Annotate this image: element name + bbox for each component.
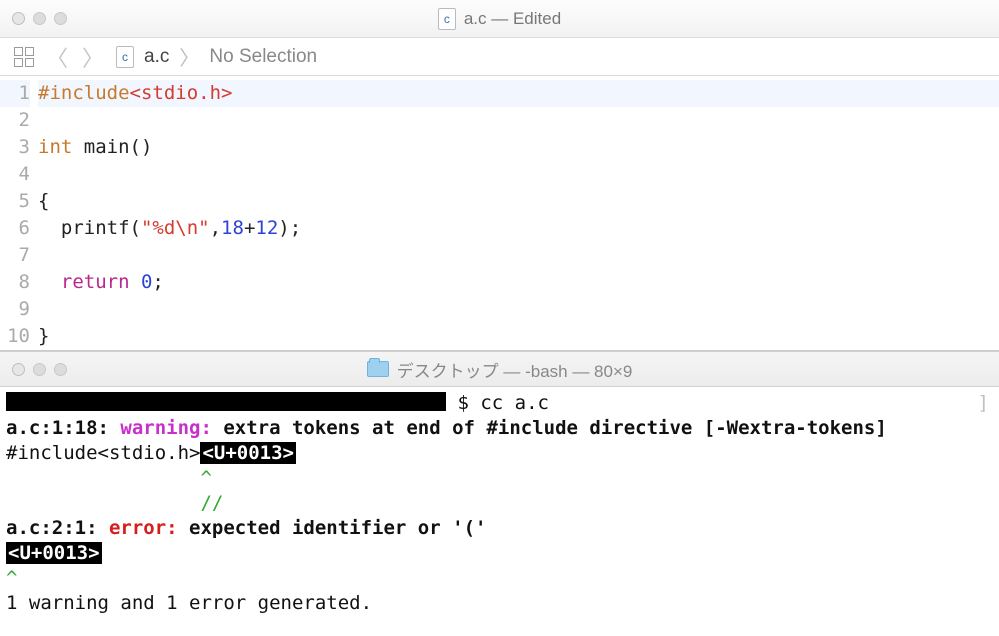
- terminal-body[interactable]: $ cc a.c] a.c:1:18: warning: extra token…: [0, 387, 999, 624]
- terminal-line: 1 warning and 1 error generated.: [6, 591, 993, 616]
- diag-summary: 1 warning and 1 error generated.: [6, 592, 372, 614]
- diag-warning-label: warning:: [120, 417, 223, 439]
- token-angle: <stdio.h>: [130, 82, 233, 104]
- terminal-line: //: [6, 491, 993, 516]
- close-icon[interactable]: [12, 363, 25, 376]
- file-icon: c: [438, 8, 456, 30]
- code-line[interactable]: }: [38, 323, 999, 350]
- token-keyword: int: [38, 136, 72, 158]
- breadcrumb-file-icon: c: [116, 46, 134, 68]
- breadcrumb-selection[interactable]: No Selection: [209, 46, 317, 68]
- token-string: "%d\n": [141, 217, 210, 239]
- token-plain: printf(: [38, 217, 141, 239]
- minimize-icon[interactable]: [33, 363, 46, 376]
- line-number: 2: [0, 107, 30, 134]
- diag-context: #include<stdio.h>: [6, 442, 200, 464]
- terminal-line: a.c:1:18: warning: extra tokens at end o…: [6, 416, 993, 441]
- diag-location: a.c:1:18:: [6, 417, 120, 439]
- unicode-box: <U+0013>: [6, 542, 102, 564]
- title-edited: — Edited: [491, 9, 561, 28]
- window-controls: [12, 363, 67, 376]
- nav-forward-icon[interactable]: 〉: [80, 41, 106, 73]
- token-plain: +: [244, 217, 255, 239]
- token-plain: main(): [72, 136, 152, 158]
- code-editor[interactable]: 1 2 3 4 5 6 7 8 9 10 #include<stdio.h> i…: [0, 76, 999, 350]
- token-preprocessor: #include: [38, 82, 130, 104]
- token-plain: {: [38, 190, 49, 212]
- line-number: 5: [0, 188, 30, 215]
- breadcrumb-file[interactable]: a.c: [144, 46, 169, 68]
- unicode-box: <U+0013>: [200, 442, 296, 464]
- token-number: 0: [130, 271, 153, 293]
- line-number: 3: [0, 134, 30, 161]
- terminal-line: ^: [6, 466, 993, 491]
- line-number: 6: [0, 215, 30, 242]
- diag-location: a.c:2:1:: [6, 517, 109, 539]
- editor-titlebar[interactable]: c a.c — Edited: [0, 0, 999, 38]
- token-number: 12: [255, 217, 278, 239]
- cursor-bracket: ]: [978, 391, 989, 416]
- code-line[interactable]: {: [38, 188, 999, 215]
- token-plain: }: [38, 325, 49, 347]
- code-line[interactable]: return 0;: [38, 269, 999, 296]
- terminal-line: $ cc a.c]: [6, 391, 993, 416]
- token-number: 18: [221, 217, 244, 239]
- terminal-titlebar[interactable]: デスクトップ — -bash — 80×9: [0, 351, 999, 387]
- terminal-line: <U+0013>: [6, 541, 993, 566]
- line-number: 1: [0, 80, 30, 107]
- diag-message: expected identifier or '(': [189, 517, 486, 539]
- line-number: 8: [0, 269, 30, 296]
- token-keyword: return: [61, 271, 130, 293]
- line-number: 10: [0, 323, 30, 350]
- prompt-symbol: $: [457, 392, 480, 414]
- line-number: 4: [0, 161, 30, 188]
- zoom-icon[interactable]: [54, 12, 67, 25]
- code-lines[interactable]: #include<stdio.h> int main() { printf("%…: [38, 80, 999, 350]
- diag-caret: ^: [200, 467, 211, 489]
- related-items-icon[interactable]: [14, 47, 34, 67]
- terminal-title: デスクトップ — -bash — 80×9: [0, 357, 999, 382]
- close-icon[interactable]: [12, 12, 25, 25]
- terminal-line: a.c:2:1: error: expected identifier or '…: [6, 516, 993, 541]
- window-controls: [12, 12, 67, 25]
- editor-title: c a.c — Edited: [0, 8, 999, 30]
- editor-window: c a.c — Edited 〈 〉 c a.c 〉 No Selection …: [0, 0, 999, 351]
- minimize-icon[interactable]: [33, 12, 46, 25]
- nav-back-icon[interactable]: 〈: [44, 41, 70, 73]
- code-line[interactable]: int main(): [38, 134, 999, 161]
- token-plain: ;: [152, 271, 163, 293]
- title-filename: a.c: [464, 9, 487, 28]
- diag-fixit: //: [200, 492, 223, 514]
- command-text: cc a.c: [480, 392, 549, 414]
- diag-error-label: error:: [109, 517, 189, 539]
- folder-icon: [367, 361, 389, 377]
- zoom-icon[interactable]: [54, 363, 67, 376]
- code-line[interactable]: [38, 161, 999, 188]
- code-line[interactable]: #include<stdio.h>: [38, 80, 999, 107]
- token-plain: );: [278, 217, 301, 239]
- terminal-line: #include<stdio.h><U+0013>: [6, 441, 993, 466]
- diag-caret: ^: [6, 567, 17, 589]
- editor-navbar: 〈 〉 c a.c 〉 No Selection: [0, 38, 999, 76]
- code-line[interactable]: [38, 296, 999, 323]
- code-line[interactable]: [38, 107, 999, 134]
- line-gutter: 1 2 3 4 5 6 7 8 9 10: [0, 80, 38, 350]
- terminal-title-text: デスクトップ — -bash — 80×9: [397, 357, 633, 382]
- line-number: 9: [0, 296, 30, 323]
- token-plain: ,: [210, 217, 221, 239]
- redacted-box: [6, 392, 446, 411]
- terminal-window: デスクトップ — -bash — 80×9 $ cc a.c] a.c:1:18…: [0, 351, 999, 624]
- line-number: 7: [0, 242, 30, 269]
- code-line[interactable]: [38, 242, 999, 269]
- terminal-line: ^: [6, 566, 993, 591]
- diag-message: extra tokens at end of #include directiv…: [223, 417, 886, 439]
- breadcrumb-separator-icon: 〉: [179, 42, 199, 71]
- code-line[interactable]: printf("%d\n",18+12);: [38, 215, 999, 242]
